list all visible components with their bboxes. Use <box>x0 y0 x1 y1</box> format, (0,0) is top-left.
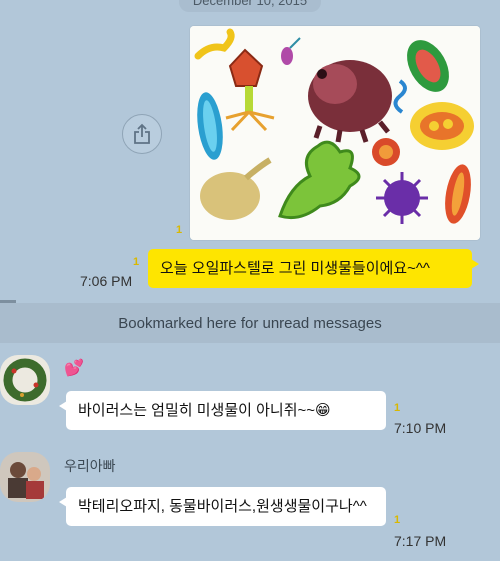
photo-unread-count: 1 <box>176 224 183 236</box>
unread-count: 1 <box>394 402 401 414</box>
message-text: 오늘 오일파스텔로 그린 미생물들이에요~^^ <box>160 260 430 277</box>
people-avatar-image <box>0 452 50 502</box>
message-time: 7:17 PM <box>394 533 447 549</box>
avatar[interactable] <box>0 452 50 502</box>
bookmark-label: Bookmarked here for unread messages <box>118 314 382 332</box>
date-divider: December 10, 2015 <box>0 0 500 12</box>
unread-bookmark-bar: Bookmarked here for unread messages <box>0 303 500 343</box>
message-time: 7:10 PM <box>394 420 447 436</box>
share-button[interactable] <box>122 114 162 154</box>
avatar[interactable] <box>0 355 50 405</box>
my-message-bubble[interactable]: 오늘 오일파스텔로 그린 미생물들이에요~^^ <box>148 249 479 288</box>
other-message-bubble[interactable]: 박테리오파지, 동물바이러스,원생생물이구나^^ <box>59 487 386 526</box>
unread-count: 1 <box>133 256 140 268</box>
wreath-avatar-image <box>0 355 50 405</box>
date-divider-label: December 10, 2015 <box>178 0 322 12</box>
other-message-bubble[interactable]: 바이러스는 엄밀히 미생물이 아니쥐~~😁 <box>59 391 386 430</box>
message-time: 7:06 PM <box>80 273 133 289</box>
message-text: 바이러스는 엄밀히 미생물이 아니쥐~~😁 <box>78 402 331 419</box>
share-icon <box>134 123 150 144</box>
microbes-drawing-image <box>190 26 480 240</box>
message-text: 박테리오파지, 동물바이러스,원생생물이구나^^ <box>78 498 367 515</box>
sender-name: 💕 <box>64 360 84 377</box>
photo-message[interactable] <box>190 26 480 240</box>
sender-name: 우리아빠 <box>64 458 116 474</box>
unread-count: 1 <box>394 514 401 526</box>
